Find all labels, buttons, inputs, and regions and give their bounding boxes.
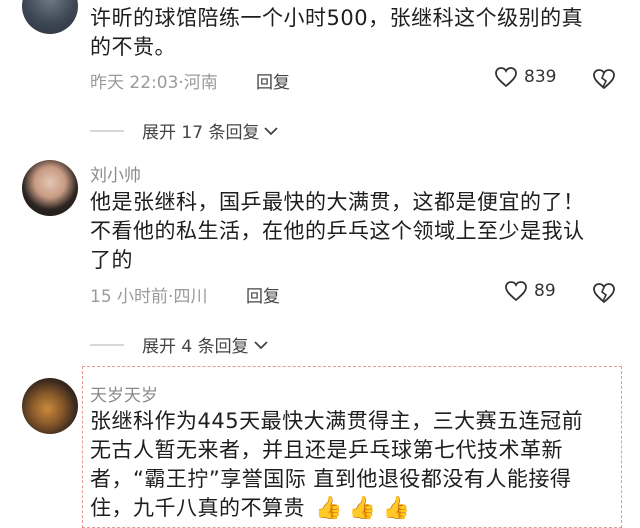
divider [90,129,124,132]
like-button[interactable]: 839 [494,66,556,88]
thumbs-up-emoji-icon: 👍 [382,496,411,521]
comment-line: 许昕的球馆陪练一个小时500，张继科这个级别的真 [90,6,584,30]
comment-time-location: 昨天 22:03·河南 [90,73,218,93]
username[interactable]: 天岁天岁 [90,381,158,406]
comment-time-location: 15 小时前·四川 [90,287,208,307]
reply-button[interactable]: 回复 [246,282,280,307]
avatar[interactable] [22,0,78,34]
comment-line: 不看他的私生活，在他的乒乓这个领域上至少是我认 [90,219,585,243]
broken-heart-icon[interactable] [592,68,616,90]
comment-text: 张继科作为445天最快大满贯得主，三大赛五连冠前 无古人暂无来者，并且还是乒乓球… [90,407,620,523]
expand-replies-label: 展开 17 条回复 [142,123,260,143]
chevron-down-icon [253,340,268,349]
expand-replies[interactable]: 展开 17 条回复 [90,118,279,143]
comment-text: 许昕的球馆陪练一个小时500，张继科这个级别的真 的不贵。 [90,4,630,62]
like-count: 839 [524,67,557,87]
comment-text: 他是张继科，国乒最快的大满贯，这都是便宜的了！ 不看他的私生活，在他的乒乓这个领… [90,188,630,275]
comment-line-last: 住，九千八真的不算贵 👍 👍 👍 [90,494,620,523]
heart-outline-icon [505,281,527,302]
username[interactable]: 刘小帅 [90,161,141,186]
comment-line: 住，九千八真的不算贵 [90,496,305,520]
like-button[interactable]: 89 [504,280,556,302]
avatar[interactable] [22,160,78,216]
expand-replies-label: 展开 4 条回复 [142,337,249,357]
thumbs-up-emoji-icon: 👍 [315,496,343,521]
expand-replies[interactable]: 展开 4 条回复 [90,332,269,357]
comment-line: 了的 [90,248,133,272]
like-count: 89 [534,281,556,301]
comment-line: 的不贵。 [90,35,176,59]
divider [90,343,124,346]
comment-line: 他是张继科，国乒最快的大满贯，这都是便宜的了！ [90,190,585,214]
avatar[interactable] [22,378,78,434]
thumbs-up-emoji-icon: 👍 [348,496,377,521]
reply-button[interactable]: 回复 [256,68,290,93]
comment-line: 无古人暂无来者，并且还是乒乓球第七代技术革新 [90,438,563,462]
broken-heart-icon[interactable] [592,282,616,304]
comment-line: 者，“霸王拧”享誉国际 直到他退役都没有人能接得 [90,467,572,491]
chevron-down-icon [264,126,279,135]
heart-outline-icon [495,67,517,88]
comment-line: 张继科作为445天最快大满贯得主，三大赛五连冠前 [90,409,584,433]
